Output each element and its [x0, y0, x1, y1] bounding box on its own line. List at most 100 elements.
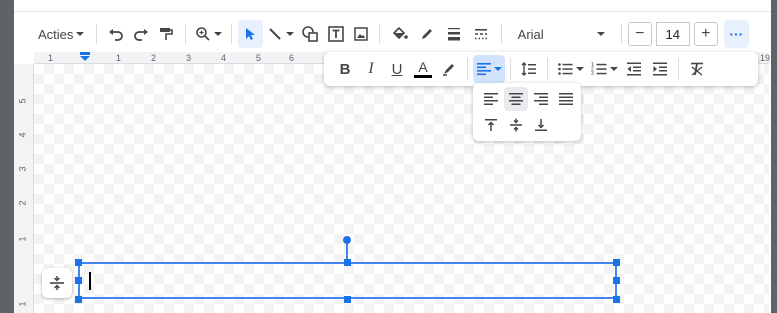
text-box-icon: [327, 26, 344, 42]
main-toolbar: Acties Arial − 14 + ···: [28, 18, 749, 50]
align-left-option[interactable]: [479, 87, 503, 111]
shapes-icon: [302, 26, 319, 42]
resize-handle-bottom-left[interactable]: [75, 296, 82, 303]
ruler-label: 3: [17, 166, 28, 172]
align-justify-icon: [559, 93, 573, 105]
resize-handle-bottom-right[interactable]: [613, 296, 620, 303]
border-color-button[interactable]: [413, 20, 440, 48]
bulleted-list-button[interactable]: [553, 55, 587, 83]
align-justify-option[interactable]: [554, 87, 578, 111]
align-center-option[interactable]: [504, 87, 528, 111]
resize-handle-top-left[interactable]: [75, 259, 82, 266]
ruler-label: 1: [48, 53, 54, 63]
align-right-option[interactable]: [529, 87, 553, 111]
undo-button[interactable]: [103, 20, 128, 48]
ruler-label: 1: [17, 236, 28, 242]
text-color-letter: A: [418, 59, 428, 75]
ruler-label: 1: [116, 53, 122, 63]
decrease-indent-button[interactable]: [621, 55, 647, 83]
vertical-align-top-option[interactable]: [479, 113, 503, 137]
underline-button[interactable]: U: [384, 55, 410, 83]
select-tool-button[interactable]: [237, 20, 263, 48]
numbered-list-button[interactable]: 123: [587, 55, 621, 83]
paint-format-button[interactable]: [154, 20, 179, 48]
window-frame-left: [0, 0, 14, 313]
vertical-align-floating-button[interactable]: [42, 268, 72, 298]
image-icon: [353, 27, 368, 41]
font-select[interactable]: Arial: [508, 20, 615, 48]
divider: [230, 24, 232, 44]
clear-formatting-icon: [691, 62, 703, 76]
align-right-icon: [534, 93, 548, 105]
border-dash-button[interactable]: [468, 20, 495, 48]
insert-image-button[interactable]: [348, 20, 373, 48]
top-bar: [14, 0, 771, 12]
italic-button[interactable]: I: [358, 55, 384, 83]
zoom-button[interactable]: [192, 20, 225, 48]
divider: [510, 58, 511, 80]
indent-marker-icon: [80, 52, 90, 61]
increase-font-size-button[interactable]: +: [693, 22, 718, 46]
highlighter-icon: [443, 64, 454, 76]
highlight-color-button[interactable]: [436, 55, 462, 83]
fill-color-button[interactable]: [386, 20, 413, 48]
actions-menu-label: Acties: [38, 26, 74, 42]
ruler-label: 4: [221, 53, 227, 63]
line-spacing-button[interactable]: [516, 55, 542, 83]
resize-handle-top[interactable]: [344, 259, 351, 266]
align-menu-button[interactable]: [473, 55, 505, 83]
vertical-align-center-icon: [50, 276, 64, 290]
divider: [467, 58, 468, 80]
text-box-button[interactable]: [323, 20, 348, 48]
ruler-label: 6: [289, 53, 295, 63]
ruler-label: 4: [17, 132, 28, 138]
chevron-down-icon: [596, 32, 605, 36]
line-spacing-icon: [521, 62, 536, 76]
align-bottom-icon: [535, 119, 547, 131]
clear-formatting-button[interactable]: [684, 55, 710, 83]
vertical-align-bottom-option[interactable]: [529, 113, 553, 137]
cursor-arrow-icon: [246, 28, 256, 40]
text-color-icon: A: [414, 60, 432, 78]
rotation-handle[interactable]: [343, 236, 351, 244]
indent-icon: [653, 62, 667, 76]
ruler-label: 2: [151, 53, 157, 63]
resize-handle-bottom[interactable]: [344, 296, 351, 303]
vertical-ruler: 5 4 3 2 1 1: [14, 64, 34, 313]
paint-roller-icon: [160, 28, 174, 40]
resize-handle-left[interactable]: [75, 277, 82, 284]
decrease-font-size-button[interactable]: −: [627, 22, 652, 46]
ruler-label: 1: [17, 301, 28, 307]
numbered-list-icon: 123: [591, 62, 606, 77]
align-center-icon: [509, 93, 523, 105]
more-options-button[interactable]: ···: [723, 20, 749, 48]
resize-handle-right[interactable]: [613, 277, 620, 284]
selected-text-box[interactable]: [78, 262, 617, 299]
redo-button[interactable]: [129, 20, 154, 48]
resize-handle-top-right[interactable]: [613, 259, 620, 266]
divider: [678, 58, 679, 80]
divider: [500, 24, 502, 44]
outdent-icon: [627, 62, 641, 76]
actions-menu[interactable]: Acties: [28, 20, 90, 48]
bold-button[interactable]: B: [332, 55, 358, 83]
increase-indent-button[interactable]: [647, 55, 673, 83]
line-tool-button[interactable]: [263, 20, 298, 48]
text-color-button[interactable]: A: [410, 55, 436, 83]
redo-icon: [134, 29, 149, 41]
border-weight-button[interactable]: [440, 20, 467, 48]
line-icon: [269, 28, 281, 40]
chevron-down-icon: [213, 32, 222, 36]
ruler-label: 3: [186, 53, 192, 63]
align-left-icon: [484, 93, 498, 105]
font-name: Arial: [517, 26, 544, 42]
font-size-input[interactable]: 14: [655, 22, 690, 46]
shape-tool-button[interactable]: [298, 20, 323, 48]
chevron-down-icon: [285, 32, 294, 36]
align-middle-icon: [510, 118, 522, 132]
ruler-label: 2: [17, 200, 28, 206]
line-weight-icon: [448, 28, 461, 41]
divider: [96, 24, 98, 44]
vertical-align-middle-option[interactable]: [504, 113, 528, 137]
align-left-icon: [476, 63, 491, 76]
